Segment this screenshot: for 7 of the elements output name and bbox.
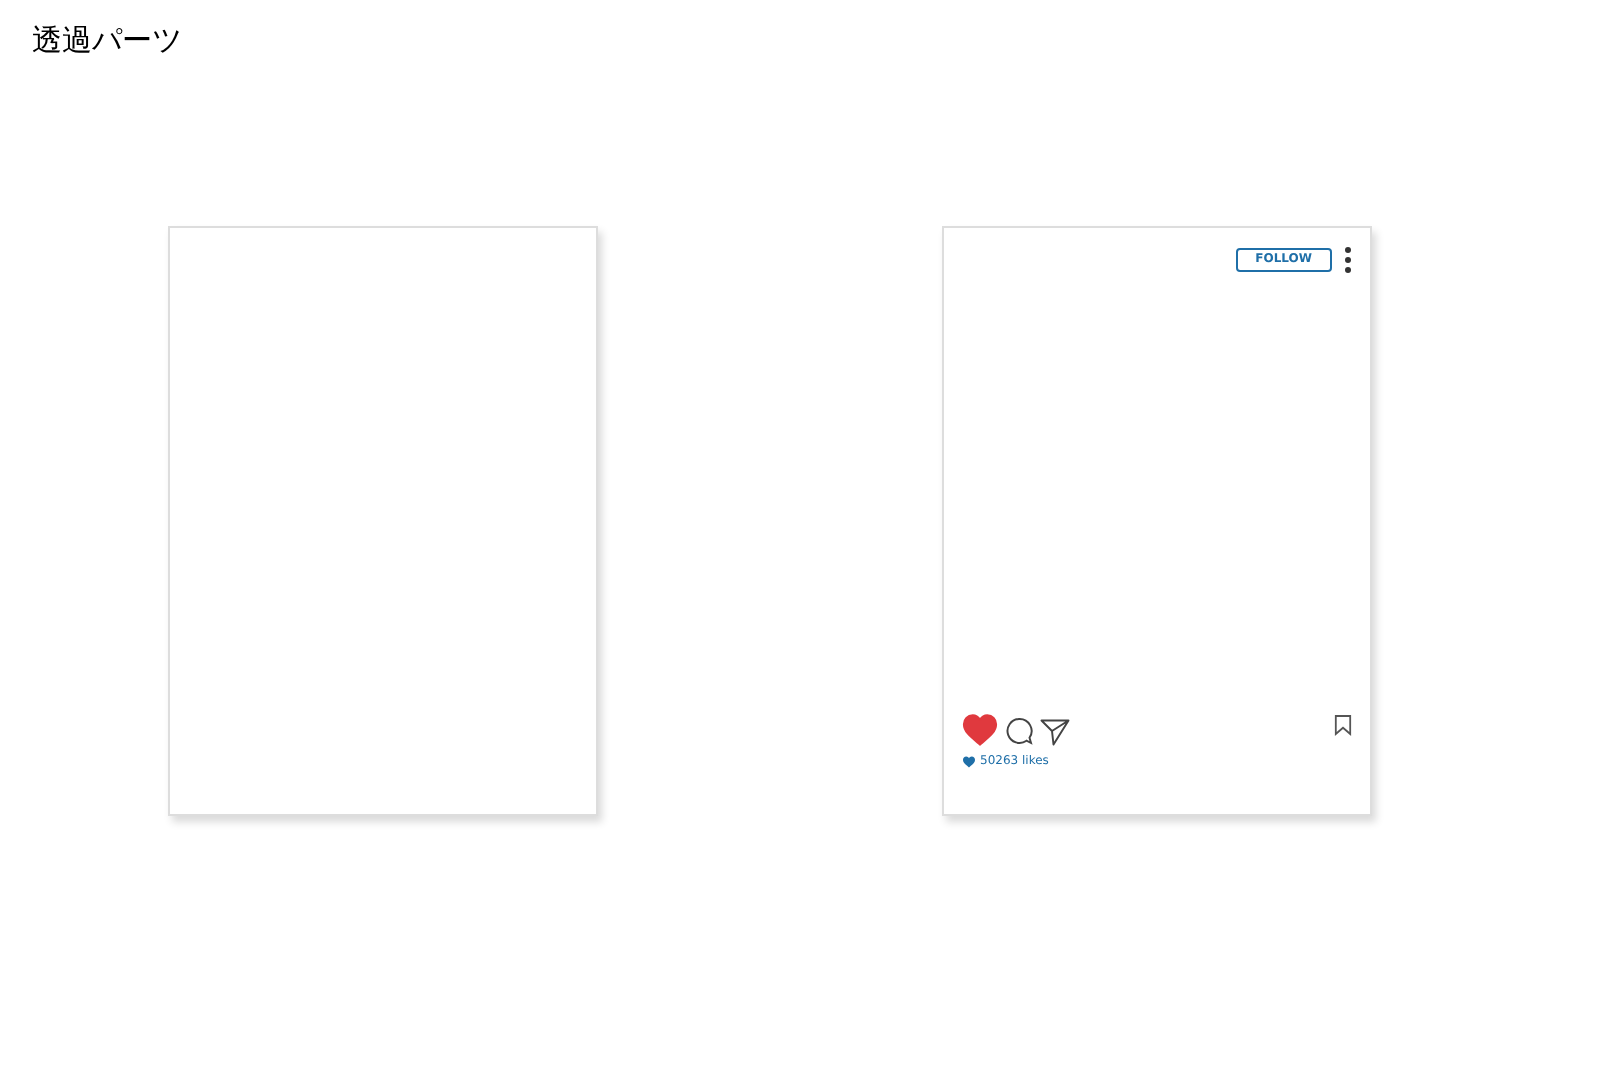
comment-icon[interactable] <box>1004 715 1034 745</box>
more-icon[interactable] <box>1344 246 1352 274</box>
heart-icon <box>962 755 976 767</box>
page-title: 透過パーツ <box>32 22 182 60</box>
heart-icon[interactable] <box>962 714 998 746</box>
bookmark-icon[interactable] <box>1334 714 1352 736</box>
send-icon[interactable] <box>1040 715 1070 745</box>
